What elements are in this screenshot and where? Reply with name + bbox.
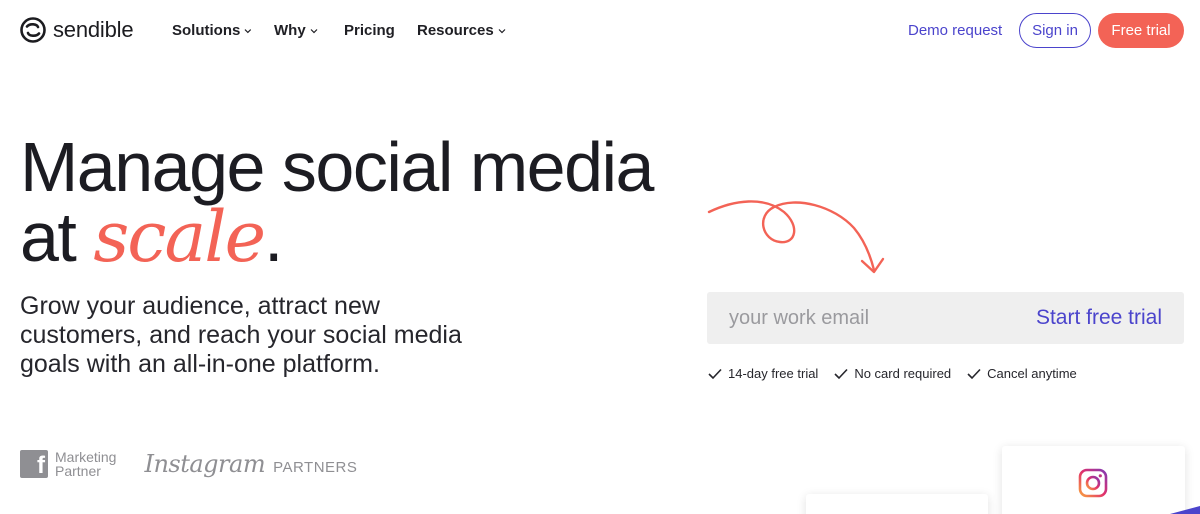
facebook-icon: f: [20, 450, 48, 479]
nav-item-resources[interactable]: Resources: [417, 22, 507, 39]
nav-item-label: Why: [274, 22, 306, 39]
hero-title: Manage social media at scale.: [20, 128, 654, 272]
check-icon: [834, 368, 848, 379]
chevron-down-icon: [244, 28, 252, 33]
nav-item-label: Pricing: [344, 22, 395, 39]
facebook-partner-line2: Partner: [55, 463, 101, 479]
nav-item-pricing[interactable]: Pricing: [344, 22, 395, 39]
hero-title-line1: Manage social media: [20, 128, 654, 206]
curly-arrow-icon: [707, 200, 885, 274]
facebook-partner-line1: Marketing: [55, 449, 117, 465]
nav-item-solutions[interactable]: Solutions: [172, 22, 252, 39]
hero-title-accent: scale: [93, 196, 266, 278]
perk-label: Cancel anytime: [987, 366, 1077, 381]
work-email-input[interactable]: [729, 292, 1019, 344]
decorative-corner-shape: [1170, 506, 1200, 514]
sendible-logo-icon: [20, 17, 46, 43]
perks-list: 14-day free trial No card required Cance…: [708, 366, 1077, 381]
free-trial-button[interactable]: Free trial: [1098, 13, 1184, 48]
nav-item-label: Resources: [417, 22, 494, 39]
preview-card: [806, 494, 988, 514]
preview-card-instagram: [1002, 446, 1185, 514]
brand-logo[interactable]: sendible: [20, 17, 134, 43]
hero-title-prefix: at: [20, 198, 94, 276]
perk-item: No card required: [834, 366, 951, 381]
perk-item: Cancel anytime: [967, 366, 1077, 381]
demo-request-link[interactable]: Demo request: [908, 22, 1002, 39]
facebook-partner-badge: f Marketing Partner: [20, 450, 116, 479]
nav-item-why[interactable]: Why: [274, 22, 324, 39]
instagram-partner-badge: Instagram PARTNERS: [144, 450, 357, 478]
instagram-wordmark: Instagram: [144, 450, 266, 478]
chevron-down-icon: [310, 28, 318, 33]
sign-in-button[interactable]: Sign in: [1019, 13, 1091, 48]
perk-item: 14-day free trial: [708, 366, 818, 381]
check-icon: [967, 368, 981, 379]
facebook-partner-text: Marketing Partner: [55, 450, 116, 478]
instagram-partners-label: PARTNERS: [273, 459, 358, 476]
hero-title-suffix: .: [264, 198, 283, 276]
chevron-down-icon: [498, 28, 506, 33]
perk-label: No card required: [854, 366, 952, 381]
hero-title-line2: at scale.: [20, 202, 653, 272]
partner-badges: f Marketing Partner Instagram PARTNERS: [20, 450, 357, 479]
perk-label: 14-day free trial: [728, 366, 819, 381]
brand-name: sendible: [53, 17, 134, 42]
instagram-icon: [1078, 468, 1108, 498]
check-icon: [708, 368, 722, 379]
hero-subtitle: Grow your audience, attract new customer…: [20, 292, 462, 378]
email-signup-form: Start free trial: [707, 292, 1184, 344]
nav-item-label: Solutions: [172, 22, 241, 39]
start-free-trial-button[interactable]: Start free trial: [1036, 292, 1162, 344]
